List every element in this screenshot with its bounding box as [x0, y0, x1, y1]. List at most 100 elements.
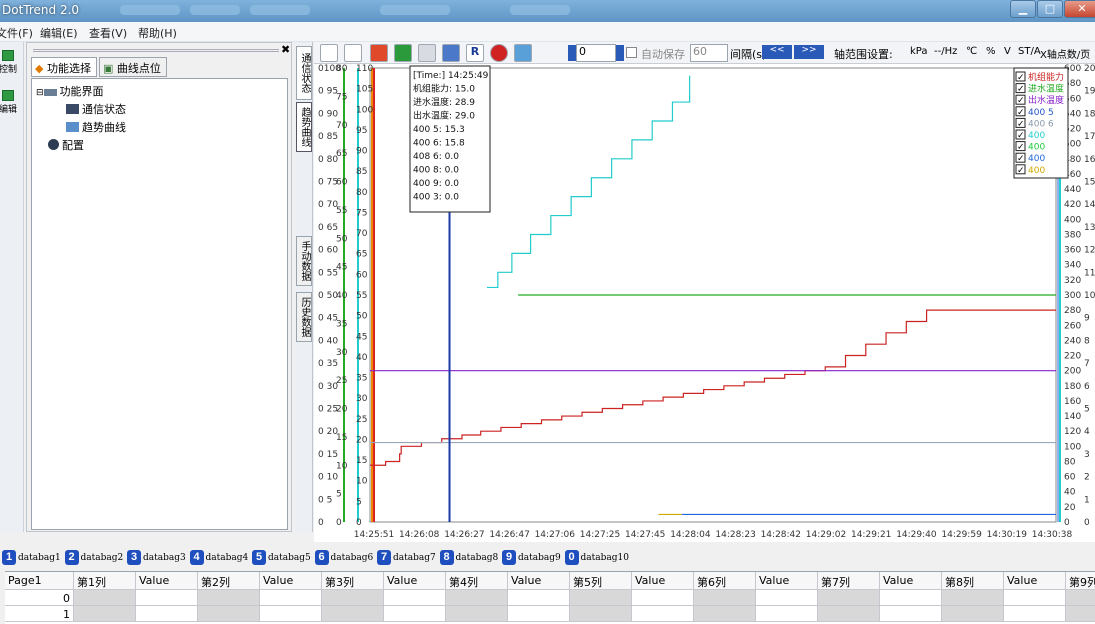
grid-cell[interactable] [136, 606, 198, 622]
grid-cell[interactable] [942, 606, 1004, 622]
panel-close-icon[interactable]: ✖ [281, 43, 290, 56]
grid-cell[interactable] [694, 606, 756, 622]
grid-cell[interactable] [942, 590, 1004, 606]
spin-up[interactable] [616, 45, 624, 61]
grid-header-cell[interactable]: Value [880, 572, 942, 590]
tab-databag3[interactable]: 3 databag3 [127, 550, 186, 568]
unit-celsius[interactable]: ℃ [966, 46, 977, 57]
grid-cell[interactable] [632, 606, 694, 622]
trend-chart[interactable]: 00 50 100 150 200 250 300 350 400 450 50… [314, 64, 1095, 542]
grid-cell[interactable] [322, 606, 384, 622]
grid-header-cell[interactable]: Value [260, 572, 322, 590]
grid-cell[interactable] [880, 606, 942, 622]
grid-cell[interactable] [508, 606, 570, 622]
tab-databag1[interactable]: 1 databag1 [2, 550, 61, 568]
grid-cell[interactable] [818, 606, 880, 622]
menu-help[interactable]: 帮助(H) [138, 25, 177, 41]
grid-cell[interactable] [508, 590, 570, 606]
grid-cell[interactable] [632, 590, 694, 606]
stop-button[interactable] [370, 44, 388, 62]
grid-header-cell[interactable]: Value [508, 572, 570, 590]
grid-header-cell[interactable]: 第7列 [818, 572, 880, 590]
grid-header-cell[interactable]: 第8列 [942, 572, 1004, 590]
tab-databag2[interactable]: 2 databag2 [64, 550, 123, 568]
grid-header-cell[interactable]: Value [136, 572, 198, 590]
tab-function-select[interactable]: ◆ 功能选择 [31, 57, 97, 77]
new-page-button[interactable] [344, 44, 362, 62]
tree-node-comm-status[interactable]: 通信状态 [66, 101, 126, 117]
tab-databag6[interactable]: 6 databag6 [314, 550, 373, 568]
grid-header-cell[interactable]: Value [632, 572, 694, 590]
grid-cell[interactable] [446, 590, 508, 606]
prev-page-button[interactable]: << [762, 45, 792, 59]
unit-kpa[interactable]: kPa [910, 46, 928, 57]
settings-button[interactable] [514, 44, 532, 62]
tab-databag9[interactable]: 9 databag9 [502, 550, 561, 568]
edit-button[interactable]: 编辑 [0, 88, 18, 115]
tab-comm-status[interactable]: 通信状态 [296, 46, 312, 100]
tab-manual-data[interactable]: 手动数据 [296, 236, 312, 286]
grid-cell[interactable] [1004, 590, 1066, 606]
grid-cell[interactable] [570, 590, 632, 606]
grid-cell[interactable] [74, 590, 136, 606]
grid-cell[interactable] [198, 590, 260, 606]
save-button[interactable] [418, 44, 436, 62]
grid-header-cell[interactable]: 第3列 [322, 572, 384, 590]
grid-header-cell[interactable]: 第4列 [446, 572, 508, 590]
tab-databag8[interactable]: 8 databag8 [439, 550, 498, 568]
x-points-label[interactable]: X轴点数/页 [1040, 46, 1090, 61]
tab-curve-points[interactable]: ▣ 曲线点位 [99, 57, 167, 77]
spin-down[interactable] [568, 45, 576, 61]
grid-cell[interactable] [756, 606, 818, 622]
grid-cell[interactable] [818, 590, 880, 606]
alarm-button[interactable] [490, 44, 508, 62]
grid-header-cell[interactable]: 第9列 [1066, 572, 1095, 590]
menu-edit[interactable]: 编辑(E) [40, 25, 78, 41]
tab-databag4[interactable]: 4 databag4 [189, 550, 248, 568]
grid-cell[interactable] [322, 590, 384, 606]
grid-cell[interactable] [570, 606, 632, 622]
grid-header-cell[interactable]: Value [756, 572, 818, 590]
unit-percent[interactable]: % [986, 46, 996, 57]
grid-cell[interactable] [756, 590, 818, 606]
refresh-button[interactable] [320, 44, 338, 62]
grid-header-cell[interactable]: 第2列 [198, 572, 260, 590]
control-button[interactable]: 控制 [0, 48, 18, 75]
tab-databag10[interactable]: 0 databag10 [564, 550, 629, 568]
grid-cell[interactable] [694, 590, 756, 606]
grid-header-cell[interactable]: Value [1004, 572, 1066, 590]
grid-cell[interactable] [74, 606, 136, 622]
grid-cell[interactable] [446, 606, 508, 622]
grid-cell[interactable] [384, 606, 446, 622]
unit-st-a[interactable]: ST/A [1018, 46, 1041, 57]
grid-cell[interactable] [1066, 606, 1095, 622]
grid-cell[interactable] [1004, 606, 1066, 622]
grid-cell[interactable] [136, 590, 198, 606]
unit-hz[interactable]: --/Hz [934, 46, 957, 57]
tab-databag5[interactable]: 5 databag5 [252, 550, 311, 568]
panel-grip[interactable] [33, 49, 279, 52]
grid-header-cell[interactable]: Value [384, 572, 446, 590]
close-button[interactable]: ✕ [1064, 0, 1095, 18]
grid-cell[interactable] [198, 606, 260, 622]
maximize-button[interactable]: □ [1037, 0, 1063, 18]
grid-header-cell[interactable]: Page1 [5, 572, 74, 590]
record-button[interactable] [442, 44, 460, 62]
menu-file[interactable]: 文件(F) [0, 25, 33, 41]
grid-cell[interactable] [260, 606, 322, 622]
tree-node-function-ui[interactable]: ⊟ 功能界面 [36, 83, 104, 99]
next-page-button[interactable]: >> [794, 45, 824, 59]
tab-trend-curve[interactable]: 趋势曲线 [296, 102, 312, 152]
grid-row-header[interactable]: 1 [5, 606, 74, 622]
grid-cell[interactable] [880, 590, 942, 606]
minimize-button[interactable]: ▁ [1010, 0, 1036, 18]
grid-header-cell[interactable]: 第6列 [694, 572, 756, 590]
autosave-checkbox[interactable] [626, 47, 637, 58]
grid-header-cell[interactable]: 第1列 [74, 572, 136, 590]
grid-cell[interactable] [384, 590, 446, 606]
unit-volt[interactable]: V [1004, 46, 1011, 57]
report-button[interactable]: R [466, 44, 484, 62]
export-button[interactable] [394, 44, 412, 62]
menu-view[interactable]: 查看(V) [89, 25, 127, 41]
grid-cell[interactable] [260, 590, 322, 606]
